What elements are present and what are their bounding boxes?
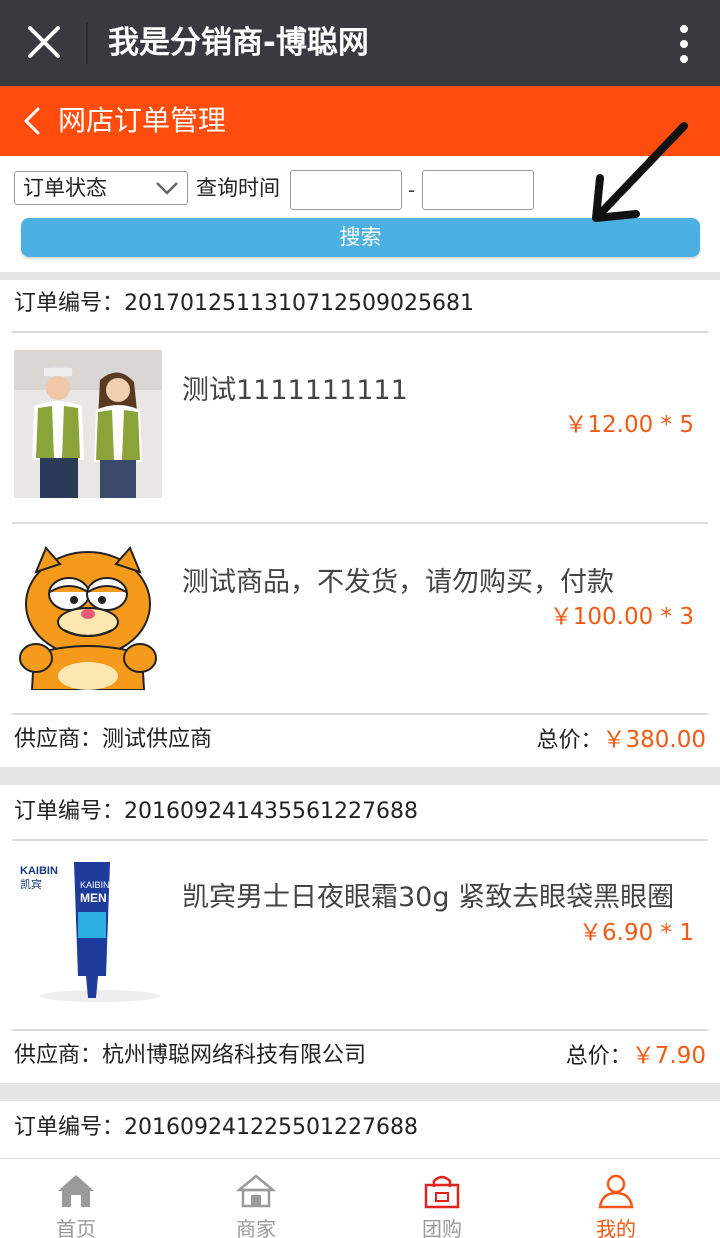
order-total: 总价：￥380.00 (537, 714, 707, 767)
divider (12, 839, 708, 841)
total-amount: ￥380.00 (602, 727, 706, 753)
order-summary-row: 供应商：杭州博聪网络科技有限公司 总价：￥7.90 (0, 1030, 720, 1082)
supplier-label: 供应商： (14, 727, 103, 752)
divider (12, 331, 708, 333)
tab-group-buy[interactable]: 团购 (382, 1159, 502, 1238)
order-total: 总价：￥7.90 (566, 1030, 706, 1083)
tab-mine[interactable]: 我的 (556, 1159, 676, 1238)
app-titlebar: 我是分销商-博聪网 (0, 0, 720, 86)
tab-label: 首页 (56, 1217, 96, 1238)
total-label: 总价： (565, 1044, 632, 1069)
order-number: 201609241225501227688 (124, 1115, 418, 1140)
home-icon (58, 1175, 94, 1207)
back-icon[interactable] (20, 106, 44, 136)
supplier-name: 测试供应商 (102, 727, 213, 752)
query-time-label: 查询时间 (196, 176, 280, 200)
order-number-label: 订单编号： (14, 799, 125, 824)
product-name[interactable]: 凯宾男士日夜眼霜30g 紧致去眼袋黑眼圈 (182, 875, 674, 914)
eye-cream-tube: KAIBIN 凯宾 KAIBIN MEN (14, 858, 162, 1006)
garfield-cartoon (14, 542, 162, 690)
product-price: ￥12.00 * 5 (564, 412, 694, 438)
tab-home[interactable]: 首页 (16, 1159, 136, 1238)
close-icon[interactable] (24, 22, 64, 62)
order-number-row: 订单编号：2017012511310712509025681 (0, 276, 720, 332)
tube-brand-text: KAIBIN (80, 880, 110, 890)
tube-men-text: MEN (80, 891, 107, 905)
product-thumbnail[interactable] (14, 350, 162, 498)
chevron-down-icon (156, 182, 178, 195)
section-gap (0, 767, 720, 785)
order-number-label: 订单编号： (14, 291, 125, 316)
order-number-label: 订单编号： (14, 1115, 125, 1140)
order-number: 201609241435561227688 (124, 799, 418, 824)
tab-stores[interactable]: 商家 (196, 1159, 316, 1238)
store-icon (236, 1174, 276, 1208)
section-gap (0, 1083, 720, 1101)
product-price: ￥100.00 * 3 (549, 604, 694, 630)
tab-label: 商家 (236, 1217, 276, 1238)
brand-logo-cn: 凯宾 (20, 877, 42, 891)
product-price: ￥6.90 * 1 (579, 920, 694, 946)
order-number-row: 订单编号：201609241225501227688 (0, 1100, 720, 1156)
annotation-arrow-icon (592, 122, 688, 222)
more-options-icon[interactable] (676, 24, 692, 64)
product-name[interactable]: 测试1111111111 (182, 368, 408, 407)
divider (12, 522, 708, 524)
couple-vests-photo (14, 350, 162, 498)
order-number: 2017012511310712509025681 (124, 291, 474, 316)
titlebar-divider (86, 22, 88, 64)
product-thumbnail[interactable]: KAIBIN 凯宾 KAIBIN MEN (14, 858, 162, 1006)
total-amount: ￥7.90 (631, 1043, 706, 1069)
supplier-label: 供应商： (14, 1043, 103, 1068)
brand-logo-text: KAIBIN (20, 865, 58, 877)
page-title: 网店订单管理 (58, 104, 227, 137)
supplier: 供应商：测试供应商 (14, 714, 212, 766)
order-status-select[interactable]: 订单状态 (14, 171, 188, 205)
total-label: 总价： (536, 728, 603, 753)
date-from-input[interactable] (290, 170, 402, 210)
tab-label: 我的 (596, 1217, 636, 1238)
app-title: 我是分销商-博聪网 (108, 25, 369, 61)
tab-label: 团购 (422, 1217, 462, 1238)
user-icon (598, 1174, 634, 1209)
product-thumbnail[interactable] (14, 542, 162, 690)
shopping-bag-icon (424, 1175, 460, 1209)
supplier: 供应商：杭州博聪网络科技有限公司 (14, 1030, 366, 1082)
order-summary-row: 供应商：测试供应商 总价：￥380.00 (0, 714, 720, 766)
date-to-input[interactable] (422, 170, 534, 210)
date-range-dash: - (408, 178, 416, 202)
bottom-tab-bar: 首页 商家 团购 我的 (0, 1158, 720, 1238)
order-status-value: 订单状态 (23, 176, 107, 200)
supplier-name: 杭州博聪网络科技有限公司 (102, 1043, 367, 1068)
product-name[interactable]: 测试商品，不发货，请勿购买，付款 (182, 560, 614, 599)
order-number-row: 订单编号：201609241435561227688 (0, 784, 720, 840)
